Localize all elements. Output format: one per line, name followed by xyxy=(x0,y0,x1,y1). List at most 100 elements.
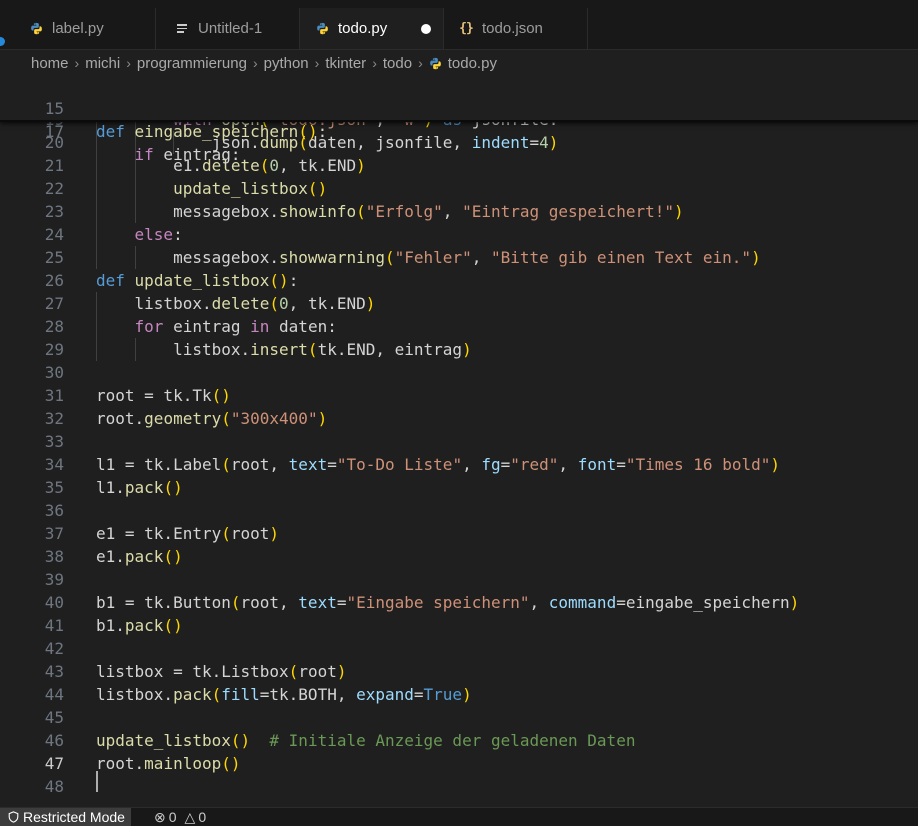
json-icon: {} xyxy=(459,21,474,36)
line-number: 45 xyxy=(44,708,64,727)
code-line[interactable]: 42 xyxy=(0,637,918,660)
code-line[interactable]: 22 update_listbox() xyxy=(0,177,918,200)
code-text: for eintrag in daten: xyxy=(134,317,337,336)
code-text: e1 = tk.Entry(root) xyxy=(96,524,280,543)
code-line[interactable]: 35 l1.pack() xyxy=(0,476,918,499)
code-text: root = tk.Tk() xyxy=(96,386,231,405)
python-icon xyxy=(429,57,442,70)
restricted-mode-indicator[interactable]: Restricted Mode xyxy=(0,808,131,826)
breadcrumb: home › michi › programmierung › python ›… xyxy=(0,50,918,76)
tab-untitled-1[interactable]: Untitled-1 xyxy=(156,8,300,49)
code-line[interactable]: 46 update_listbox() # Initiale Anzeige de… xyxy=(0,729,918,752)
code-line[interactable]: 28 for eintrag in daten: xyxy=(0,315,918,338)
indent-guide xyxy=(134,200,136,223)
code-editor[interactable]: 15 def eingabe_speichern(): 17 if eintra… xyxy=(0,74,918,807)
code-text: listbox.delete(0, tk.END) xyxy=(96,294,376,313)
breadcrumb-item[interactable]: michi xyxy=(85,55,120,72)
code-line[interactable]: 31 root = tk.Tk() xyxy=(0,384,918,407)
line-number: 34 xyxy=(44,455,64,474)
code-line[interactable]: 47 root.mainloop() xyxy=(0,752,918,775)
code-line[interactable]: 36 xyxy=(0,499,918,522)
code-text: b1.pack() xyxy=(96,616,183,635)
python-icon xyxy=(314,22,330,35)
line-number: 37 xyxy=(44,524,64,543)
code-line[interactable]: 33 xyxy=(0,430,918,453)
chevron-right-icon: › xyxy=(314,55,320,71)
code-text: b1 = tk.Button(root, text="Eingabe speic… xyxy=(96,593,800,612)
line-number: 27 xyxy=(44,294,64,313)
sticky-scroll-header[interactable]: 15 def eingabe_speichern(): 17 if eintra… xyxy=(0,74,918,164)
code-line[interactable]: 30 xyxy=(0,361,918,384)
line-number: 38 xyxy=(44,547,64,566)
line-number: 42 xyxy=(44,639,64,658)
code-text: listbox = tk.Listbox(root) xyxy=(96,662,347,681)
python-icon xyxy=(28,22,44,35)
code-line[interactable]: 27 listbox.delete(0, tk.END) xyxy=(0,292,918,315)
editor-tab-bar: label.py Untitled-1 todo.py {} todo.json xyxy=(0,0,918,50)
code-text: else: xyxy=(134,225,183,244)
code-text: root.geometry("300x400") xyxy=(96,409,328,428)
indent-guide xyxy=(134,177,136,200)
unsaved-dot-icon[interactable] xyxy=(421,24,431,34)
code-text: if eintrag: xyxy=(134,145,241,164)
line-number: 26 xyxy=(44,271,64,290)
code-line[interactable]: 44 listbox.pack(fill=tk.BOTH, expand=True… xyxy=(0,683,918,706)
line-number: 40 xyxy=(44,593,64,612)
line-number: 25 xyxy=(44,248,64,267)
line-number: 35 xyxy=(44,478,64,497)
code-line[interactable]: 43 listbox = tk.Listbox(root) xyxy=(0,660,918,683)
line-number: 17 xyxy=(44,122,64,141)
line-number: 24 xyxy=(44,225,64,244)
line-number: 28 xyxy=(44,317,64,336)
code-line[interactable]: 38 e1.pack() xyxy=(0,545,918,568)
tab-todo-py[interactable]: todo.py xyxy=(300,8,444,49)
code-line[interactable]: 29 listbox.insert(tk.END, eintrag) xyxy=(0,338,918,361)
error-count: 0 xyxy=(168,809,177,825)
breadcrumb-item[interactable]: todo xyxy=(383,55,412,72)
code-line[interactable]: 48 xyxy=(0,775,918,798)
code-line[interactable]: 32 root.geometry("300x400") xyxy=(0,407,918,430)
tab-todo-json[interactable]: {} todo.json xyxy=(444,8,588,49)
code-line[interactable]: 39 xyxy=(0,568,918,591)
line-number: 41 xyxy=(44,616,64,635)
sticky-line[interactable]: 15 def eingabe_speichern(): xyxy=(0,74,918,141)
sticky-line[interactable]: 17 if eintrag: xyxy=(0,97,918,164)
code-text: root.mainloop() xyxy=(96,754,241,773)
breadcrumb-item[interactable]: tkinter xyxy=(325,55,366,72)
tab-label-py[interactable]: label.py xyxy=(8,8,156,49)
restricted-mode-label: Restricted Mode xyxy=(23,809,125,825)
text-file-icon xyxy=(174,22,190,35)
line-number: 30 xyxy=(44,363,64,382)
text-cursor xyxy=(96,771,98,792)
breadcrumb-item[interactable]: home xyxy=(31,55,69,72)
code-line[interactable]: 25 messagebox.showwarning("Fehler", "Bit… xyxy=(0,246,918,269)
code-line[interactable]: 45 xyxy=(0,706,918,729)
sticky-scroll-shadow xyxy=(0,120,918,122)
code-line[interactable]: 40 b1 = tk.Button(root, text="Eingabe spe… xyxy=(0,591,918,614)
breadcrumb-item[interactable]: todo.py xyxy=(448,55,497,72)
indent-guide xyxy=(134,338,136,361)
indent-guide xyxy=(96,338,97,361)
line-number: 36 xyxy=(44,501,64,520)
code-line[interactable]: 41 b1.pack() xyxy=(0,614,918,637)
tab-title: Untitled-1 xyxy=(198,20,263,37)
code-line[interactable]: 23 messagebox.showinfo("Erfolg", "Eintra… xyxy=(0,200,918,223)
indent-guide xyxy=(96,315,97,338)
code-line[interactable]: 34 l1 = tk.Label(root, text="To-Do Liste"… xyxy=(0,453,918,476)
breadcrumb-item[interactable]: python xyxy=(264,55,309,72)
indent-guide xyxy=(96,200,97,223)
line-number: 39 xyxy=(44,570,64,589)
code-line[interactable]: 26 def update_listbox(): xyxy=(0,269,918,292)
code-text: def eingabe_speichern(): xyxy=(96,122,328,141)
code-line[interactable]: 37 e1 = tk.Entry(root) xyxy=(0,522,918,545)
problems-indicator[interactable]: ⊗ 0 △ 0 xyxy=(154,808,206,826)
code-text: messagebox.showinfo("Erfolg", "Eintrag g… xyxy=(96,202,684,221)
indent-guide xyxy=(96,246,97,269)
code-text: l1 = tk.Label(root, text="To-Do Liste", … xyxy=(96,455,780,474)
breadcrumb-item[interactable]: programmierung xyxy=(137,55,247,72)
line-number: 31 xyxy=(44,386,64,405)
indent-guide xyxy=(96,292,97,315)
code-text: listbox.insert(tk.END, eintrag) xyxy=(96,340,472,359)
code-line[interactable]: 24 else: xyxy=(0,223,918,246)
chevron-right-icon: › xyxy=(418,55,423,71)
